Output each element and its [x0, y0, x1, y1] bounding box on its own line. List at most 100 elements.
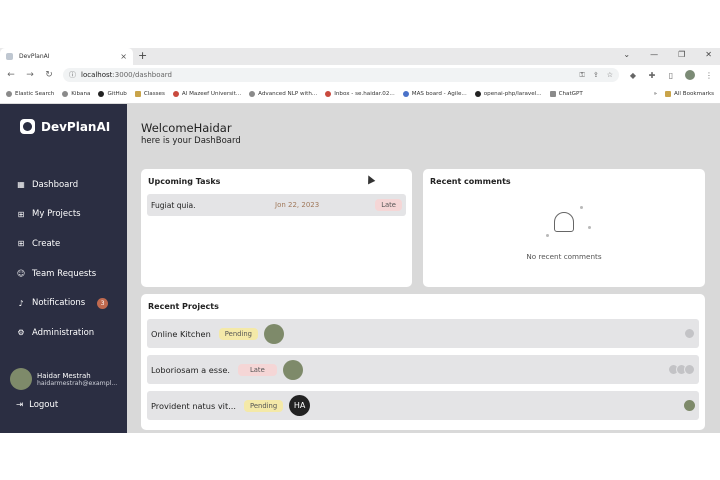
task-row[interactable]: Fugiat quia. Jon 22, 2023 Late [147, 194, 406, 216]
bookmarks-bar: Elastic Search Kibana GitHub Classes Al … [0, 85, 720, 103]
bookmark-item[interactable]: Advanced NLP with... [249, 91, 317, 97]
bookmark-label: openai-php/laravel... [483, 91, 542, 97]
no-comments-text: No recent comments [526, 252, 602, 261]
restore-icon[interactable]: ❐ [678, 50, 685, 59]
bookmark-icon [249, 91, 256, 97]
user-profile[interactable]: Haidar Mestrah haidarmestrah@exampl... [10, 368, 117, 390]
status-badge: Late [237, 363, 277, 376]
brand-name: DevPlanAI [41, 119, 111, 134]
bookmark-item[interactable]: Elastic Search [6, 91, 54, 97]
screen: DevPlanAI × + ⌄ — ❐ ✕ ← → ↻ ⓘ localhost:… [0, 0, 720, 480]
bookmark-item[interactable]: openai-php/laravel... [474, 91, 542, 97]
more-bookmarks-icon[interactable]: » [654, 91, 657, 97]
plus-square-icon: ⊞ [17, 239, 25, 249]
members-avatars[interactable] [684, 328, 695, 339]
brand[interactable]: DevPlanAI [20, 119, 110, 134]
sidebar-item-administration[interactable]: ⚙ Administration [16, 318, 108, 348]
owner-avatar[interactable]: HA [289, 395, 311, 416]
browser-tab[interactable]: DevPlanAI × [0, 48, 133, 65]
address-bar[interactable]: ⓘ localhost:3000/dashboard ⚿ ⇪ ☆ [63, 68, 619, 82]
sidebar-item-create[interactable]: ⊞ Create [16, 229, 108, 259]
folder-icon [665, 91, 672, 97]
tab-title: DevPlanAI [19, 53, 50, 60]
new-tab-icon[interactable]: + [138, 49, 147, 62]
menu-icon[interactable]: ⋮ [704, 71, 714, 80]
sidebar-item-label: Administration [32, 327, 95, 338]
bookmark-label: MAS board - Agile... [411, 91, 467, 97]
info-icon[interactable]: ⓘ [69, 70, 76, 80]
empty-comments: No recent comments [423, 194, 705, 284]
sidebar-item-dashboard[interactable]: ▦ Dashboard [16, 170, 108, 200]
all-bookmarks[interactable]: All Bookmarks [665, 91, 714, 97]
bookmarks-right: » All Bookmarks [654, 91, 714, 97]
upcoming-tasks-title: Upcoming Tasks [148, 177, 221, 186]
sidebar-item-team-requests[interactable]: ☺ Team Requests [16, 259, 108, 289]
url-host: localhost [81, 71, 113, 79]
browser-chrome: DevPlanAI × + ⌄ — ❐ ✕ ← → ↻ ⓘ localhost:… [0, 48, 720, 104]
bookmark-label: Classes [143, 91, 165, 97]
sparkle [580, 206, 583, 209]
project-name: Provident natus vit... [151, 400, 236, 411]
minimize-icon[interactable]: — [650, 50, 658, 59]
bookmark-item[interactable]: Classes [134, 91, 165, 97]
logout-button[interactable]: ⇥ Logout [16, 400, 58, 410]
task-name: Fugiat quia. [151, 200, 196, 210]
key-icon[interactable]: ⚿ [580, 71, 585, 80]
close-tab-icon[interactable]: × [120, 52, 127, 61]
url-path: :3000/dashboard [112, 71, 172, 79]
bookmark-label: GitHub [107, 91, 127, 97]
bell-icon: ♪ [18, 298, 24, 308]
folder-icon [134, 91, 141, 97]
members-avatars[interactable] [684, 400, 695, 411]
all-bookmarks-label: All Bookmarks [674, 91, 714, 97]
project-row[interactable]: Loboriosam a esse. Late [147, 355, 699, 384]
side-panel-icon[interactable]: ▯ [666, 71, 676, 80]
star-icon[interactable]: ☆ [607, 71, 613, 80]
status-badge: Late [375, 199, 402, 211]
share-icon[interactable]: ⇪ [593, 71, 599, 80]
back-icon[interactable]: ← [6, 70, 16, 80]
notifications-badge: 3 [97, 297, 109, 309]
bookmark-item[interactable]: Al Mazeef Universit... [172, 91, 241, 97]
owner-avatar[interactable] [282, 359, 303, 380]
forward-icon[interactable]: → [25, 70, 35, 80]
project-row[interactable]: Provident natus vit... Pending HA [147, 391, 699, 420]
bell-outline [554, 212, 574, 232]
sidebar-nav: ▦ Dashboard ⊞ My Projects ⊞ Create ☺ Tea… [16, 170, 109, 348]
sidebar-item-label: My Projects [32, 209, 81, 220]
sidebar-item-label: Notifications [32, 298, 86, 309]
bookmark-item[interactable]: ChatGPT [549, 91, 583, 97]
sparkle [588, 226, 591, 229]
logout-label: Logout [29, 400, 59, 410]
recent-comments-title: Recent comments [430, 177, 511, 186]
puzzle-icon[interactable]: ✚ [647, 71, 657, 80]
upcoming-tasks-card: Upcoming Tasks Fugiat quia. Jon 22, 2023… [141, 169, 412, 287]
gmail-icon [172, 91, 179, 97]
user-name: Haidar Mestrah [37, 371, 91, 380]
bookmark-item[interactable]: Kibana [62, 91, 90, 97]
members-avatars[interactable] [668, 364, 695, 375]
bookmark-item[interactable]: MAS board - Agile... [402, 91, 467, 97]
sparkle [546, 234, 549, 237]
owner-avatar[interactable] [263, 323, 284, 344]
sidebar-item-notifications[interactable]: ♪ Notifications 3 [16, 288, 109, 318]
window-close-icon[interactable]: ✕ [705, 50, 712, 59]
bookmark-item[interactable]: Inbox - se.haidar.02... [325, 91, 395, 97]
address-row: ← → ↻ ⓘ localhost:3000/dashboard ⚿ ⇪ ☆ ◆… [0, 65, 720, 85]
sidebar-item-label: Create [32, 238, 61, 249]
profile-avatar[interactable] [685, 70, 695, 80]
app: DevPlanAI ▦ Dashboard ⊞ My Projects ⊞ Cr… [0, 104, 720, 433]
sidebar-item-label: Team Requests [32, 268, 97, 279]
bookmark-item[interactable]: GitHub [98, 91, 127, 97]
extension-icon[interactable]: ◆ [628, 71, 638, 80]
status-badge: Pending [218, 327, 258, 340]
admin-icon: ⚙ [17, 328, 25, 338]
sidebar: DevPlanAI ▦ Dashboard ⊞ My Projects ⊞ Cr… [0, 104, 127, 433]
main-content: WelcomeHaidar here is your DashBoard Upc… [127, 104, 720, 433]
bookmark-label: Kibana [71, 91, 91, 97]
tab-search-icon[interactable]: ⌄ [623, 50, 630, 59]
reload-icon[interactable]: ↻ [44, 70, 54, 80]
sidebar-item-my-projects[interactable]: ⊞ My Projects [16, 200, 108, 230]
project-row[interactable]: Online Kitchen Pending [147, 319, 699, 348]
tab-bar: DevPlanAI × + ⌄ — ❐ ✕ [0, 48, 720, 65]
